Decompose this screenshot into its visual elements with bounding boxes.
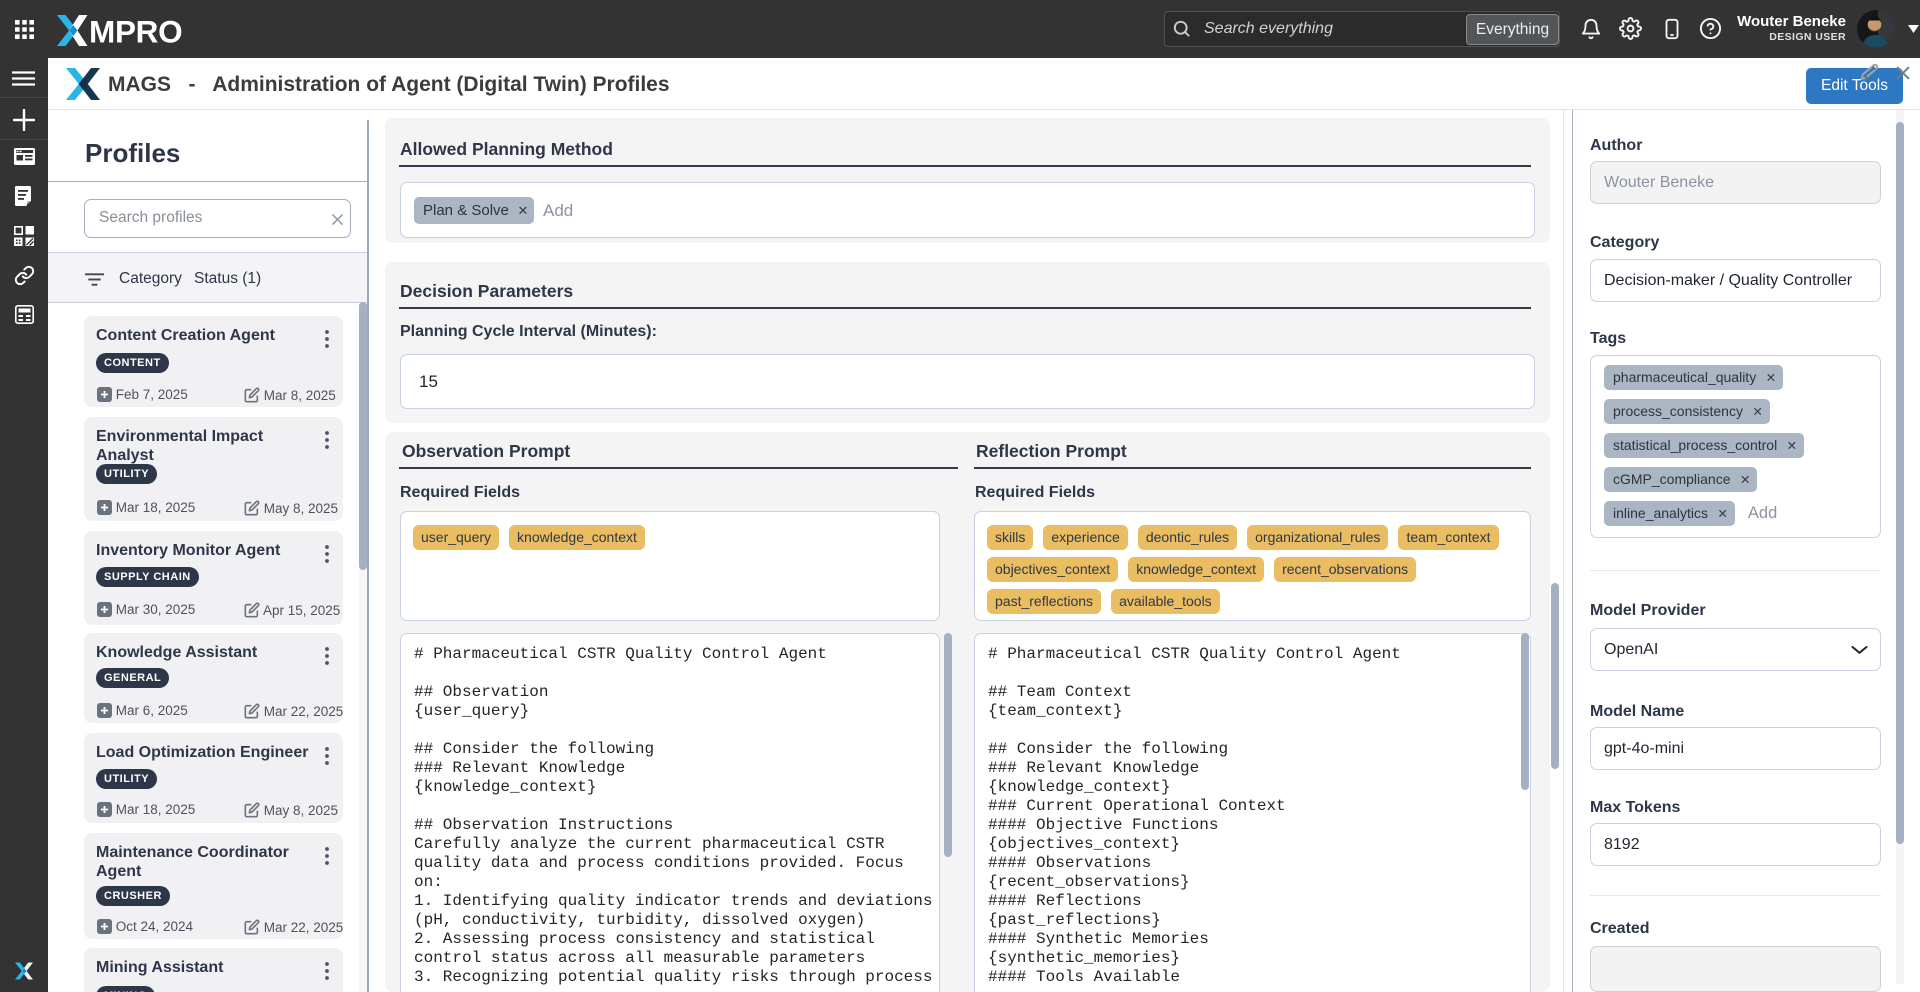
svg-text:MPRO: MPRO: [89, 15, 182, 46]
